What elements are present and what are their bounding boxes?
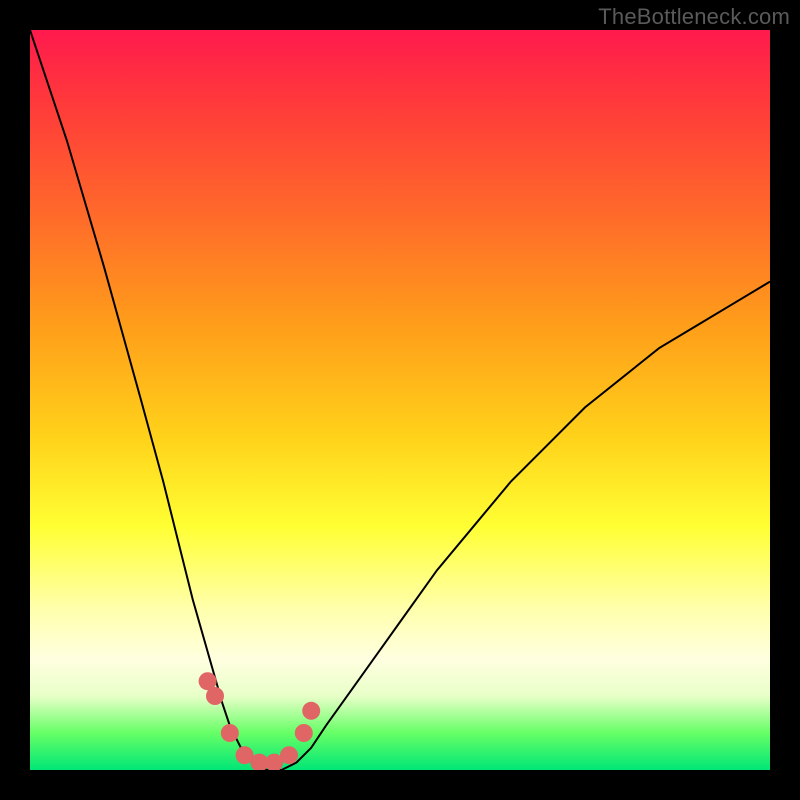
highlight-dot bbox=[295, 724, 313, 742]
highlight-dot bbox=[199, 672, 217, 690]
highlight-dots-group bbox=[199, 672, 321, 770]
highlight-dot bbox=[250, 754, 268, 770]
highlight-dot bbox=[265, 754, 283, 770]
bottleneck-curve-path bbox=[30, 30, 770, 770]
plot-area bbox=[30, 30, 770, 770]
highlight-dot bbox=[280, 746, 298, 764]
attribution-text: TheBottleneck.com bbox=[598, 4, 790, 30]
curve-svg bbox=[30, 30, 770, 770]
chart-frame: TheBottleneck.com bbox=[0, 0, 800, 800]
highlight-dot bbox=[206, 687, 224, 705]
highlight-dot bbox=[236, 746, 254, 764]
highlight-dot bbox=[221, 724, 239, 742]
highlight-dot bbox=[302, 702, 320, 720]
